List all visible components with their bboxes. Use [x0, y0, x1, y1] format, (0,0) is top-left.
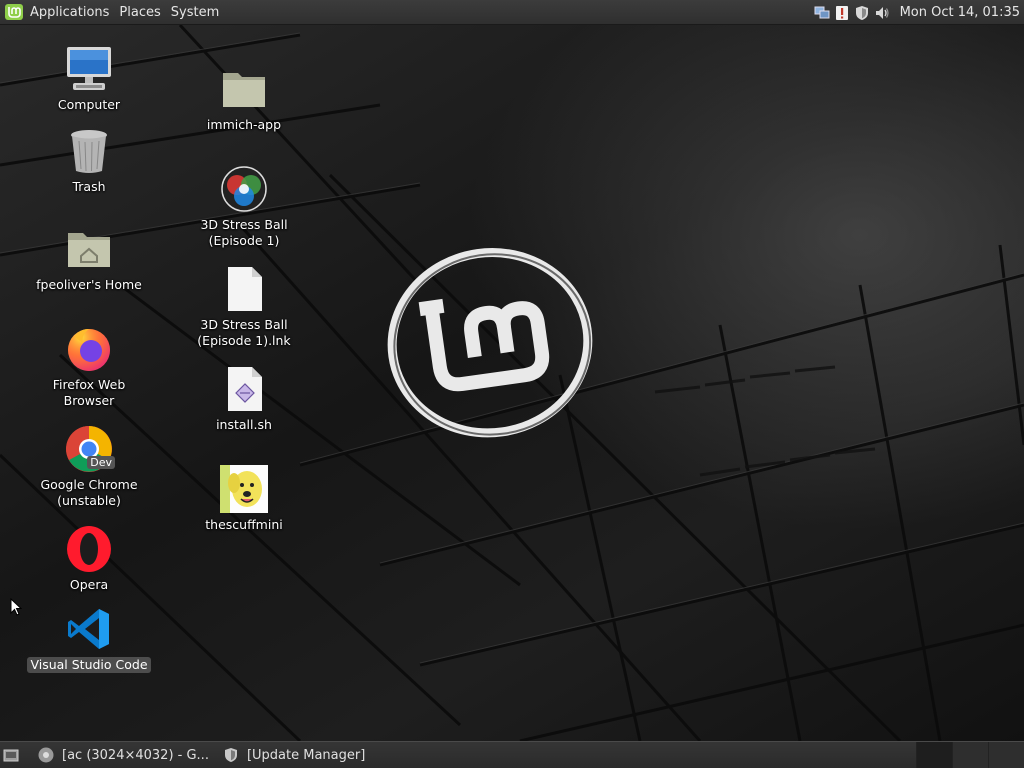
desktop-icon-trash[interactable]: Trash	[24, 127, 154, 195]
label-line-1: 3D Stress Ball	[200, 217, 288, 232]
places-menu-label: Places	[119, 4, 161, 20]
desktop-icon-immich-app[interactable]: immich-app	[179, 65, 309, 133]
script-icon	[220, 365, 268, 413]
opera-icon	[65, 525, 113, 573]
firefox-icon	[65, 325, 113, 373]
desktop-icon-firefox[interactable]: Firefox Web Browser	[24, 325, 154, 409]
label-line-1: Google Chrome	[40, 477, 138, 492]
shield-icon[interactable]	[854, 5, 870, 21]
desktop-icon-chrome-unstable[interactable]: Dev Google Chrome (unstable)	[24, 425, 154, 509]
home-folder-icon	[65, 225, 113, 273]
desktop[interactable]: Computer Trash fpeoliver's Home Firefox …	[0, 25, 1024, 741]
dog-thumbnail-icon	[220, 465, 268, 513]
taskbar-button-label: [ac (3024×4032) - G...	[62, 747, 209, 763]
desktop-icon-stress-ball-lnk[interactable]: 3D Stress Ball (Episode 1).lnk	[179, 265, 309, 349]
desktop-icon-label: install.sh	[216, 417, 272, 432]
applications-menu[interactable]: Applications	[0, 0, 114, 25]
update-notice-icon[interactable]	[834, 5, 850, 21]
label-line-2: (Episode 1).lnk	[197, 333, 291, 348]
desktop-icon-label: fpeoliver's Home	[36, 277, 142, 292]
system-tray: Mon Oct 14, 01:35	[812, 0, 1024, 25]
desktop-icon-vscode[interactable]: Visual Studio Code	[24, 605, 154, 673]
mint-logo-icon	[5, 4, 23, 20]
desktop-icon-label: Google Chrome (unstable)	[37, 477, 140, 509]
desktop-icon-opera[interactable]: Opera	[24, 525, 154, 593]
show-desktop-icon	[3, 749, 19, 762]
desktop-icon-install-sh[interactable]: install.sh	[179, 365, 309, 433]
places-menu[interactable]: Places	[114, 0, 165, 25]
chrome-icon	[38, 747, 54, 763]
file-icon	[220, 265, 268, 313]
taskbar-button-update-manager[interactable]: [Update Manager]	[217, 742, 371, 768]
desktop-icon-thescuffmini[interactable]: thescuffmini	[179, 465, 309, 533]
label-line-2: (unstable)	[57, 493, 121, 508]
desktop-icon-stress-ball[interactable]: 3D Stress Ball (Episode 1)	[179, 165, 309, 249]
desktop-icon-label: thescuffmini	[205, 517, 283, 532]
label-line-2: (Episode 1)	[208, 233, 280, 248]
desktop-icon-label: immich-app	[206, 117, 282, 132]
folder-icon	[220, 65, 268, 113]
network-icon[interactable]	[814, 5, 830, 21]
desktop-icon-label: Opera	[69, 577, 109, 592]
top-panel: Applications Places System Mon Oct 14, 0…	[0, 0, 1024, 25]
taskbar-button-chrome[interactable]: [ac (3024×4032) - G...	[32, 742, 215, 768]
desktop-icon-label: 3D Stress Ball (Episode 1).lnk	[194, 317, 293, 349]
volume-icon[interactable]	[874, 5, 890, 21]
system-menu-label: System	[170, 4, 220, 20]
desktop-icon-home[interactable]: fpeoliver's Home	[24, 225, 154, 293]
chrome-dev-icon: Dev	[65, 425, 115, 473]
vscode-icon	[65, 605, 113, 653]
desktop-icon-label: Trash	[72, 179, 106, 194]
desktop-icon-label: Visual Studio Code	[27, 657, 151, 673]
shield-icon	[224, 748, 237, 762]
system-menu[interactable]: System	[166, 0, 224, 25]
computer-icon	[65, 45, 113, 93]
workspace-3[interactable]	[988, 742, 1024, 768]
workspace-1[interactable]	[916, 742, 952, 768]
desktop-icon-computer[interactable]: Computer	[24, 45, 154, 113]
bottom-panel: [ac (3024×4032) - G... [Update Manager]	[0, 741, 1024, 768]
label-line-1: 3D Stress Ball	[200, 317, 288, 332]
desktop-icon-label: Firefox Web Browser	[52, 377, 126, 408]
stress-ball-icon	[220, 165, 268, 213]
desktop-icon-label: 3D Stress Ball (Episode 1)	[197, 217, 290, 249]
workspace-2[interactable]	[952, 742, 988, 768]
desktop-icon-label: Computer	[57, 97, 121, 112]
mouse-pointer-icon	[10, 598, 22, 616]
show-desktop-button[interactable]	[0, 742, 22, 768]
clock[interactable]: Mon Oct 14, 01:35	[900, 5, 1020, 20]
workspace-switcher	[916, 742, 1024, 768]
trash-icon	[65, 127, 113, 175]
dev-badge: Dev	[87, 456, 115, 469]
taskbar-button-label: [Update Manager]	[246, 747, 366, 763]
applications-menu-label: Applications	[30, 4, 110, 20]
